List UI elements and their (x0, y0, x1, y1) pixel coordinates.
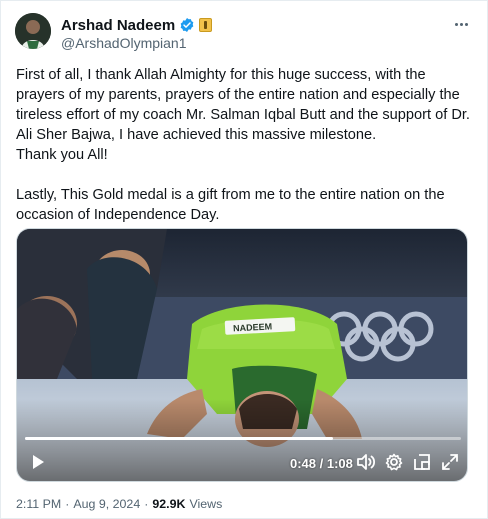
settings-gear-icon[interactable] (383, 451, 405, 473)
tweet-paragraph-2: Thank you All! (16, 147, 108, 163)
video-player[interactable]: NADEEM 0:48 / 1:08 (16, 228, 468, 482)
footer-separator: · (65, 497, 70, 511)
views-label: Views (189, 497, 223, 511)
video-controls: 0:48 / 1:08 (17, 447, 467, 477)
play-icon[interactable] (27, 451, 49, 473)
display-name[interactable]: Arshad Nadeem (61, 17, 175, 34)
tweet-date[interactable]: Aug 9, 2024 (73, 497, 140, 511)
tweet-time[interactable]: 2:11 PM (16, 497, 61, 511)
tweet-paragraph-1: First of all, I thank Allah Almighty for… (16, 67, 470, 143)
tweet-paragraph-3: Lastly, This Gold medal is a gift from m… (16, 187, 445, 223)
video-frame: NADEEM (17, 229, 467, 481)
video-progress-fill (25, 437, 333, 440)
fullscreen-icon[interactable] (439, 451, 461, 473)
tweet-header: Arshad Nadeem @ArshadOlympian1 (15, 13, 475, 53)
avatar[interactable] (15, 13, 51, 49)
video-time: 0:48 / 1:08 (290, 456, 353, 471)
picture-in-picture-icon[interactable] (411, 451, 433, 473)
handle[interactable]: @ArshadOlympian1 (61, 35, 187, 51)
video-progress-bar[interactable] (25, 437, 461, 440)
tweet-footer: 2:11 PM · Aug 9, 2024 · 92.9K Views (16, 497, 222, 511)
footer-separator-2: · (144, 497, 149, 511)
tweet-text: First of all, I thank Allah Almighty for… (16, 65, 474, 225)
bib-label: NADEEM (233, 321, 272, 333)
tweet-card: Arshad Nadeem @ArshadOlympian1 First of … (0, 0, 488, 519)
verified-badge-icon (180, 18, 194, 32)
volume-icon[interactable] (355, 451, 377, 473)
affiliate-badge-icon (199, 18, 213, 32)
views-count: 92.9K (152, 497, 186, 511)
name-row: Arshad Nadeem (61, 16, 213, 34)
more-options-icon[interactable] (449, 15, 473, 33)
